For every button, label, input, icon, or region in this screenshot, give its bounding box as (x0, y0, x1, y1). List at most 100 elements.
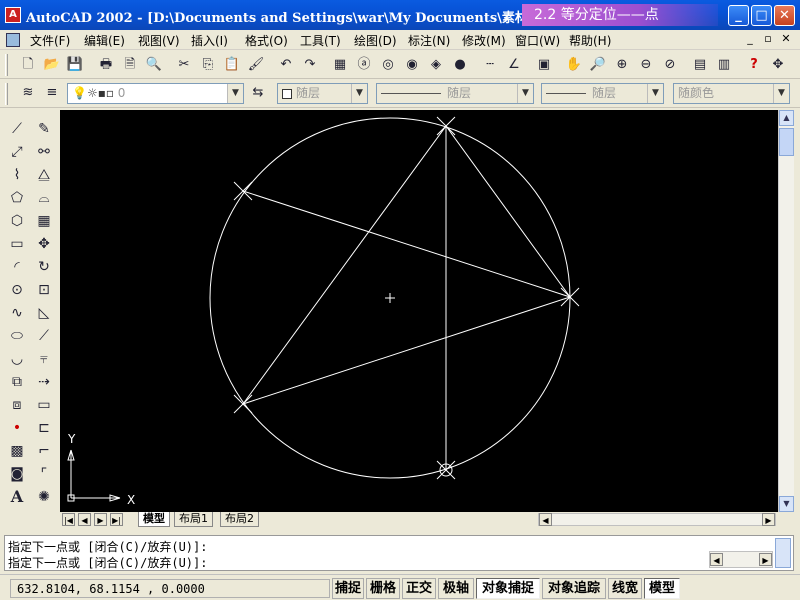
scroll-left-icon[interactable]: ◀ (710, 553, 723, 566)
properties-icon[interactable]: ▤ (690, 56, 710, 74)
array-icon[interactable]: ▦ (33, 210, 55, 232)
stretch-icon[interactable]: ◺ (33, 302, 55, 324)
menu-tools[interactable]: 工具(T) (300, 32, 341, 49)
toolbar-grip[interactable] (5, 54, 8, 76)
menu-help[interactable]: 帮助(H) (569, 32, 611, 49)
menu-edit[interactable]: 编辑(E) (84, 32, 125, 49)
undo-icon[interactable]: ↶ (276, 56, 296, 74)
scroll-right-icon[interactable]: ▶ (759, 553, 772, 566)
command-window[interactable]: 指定下一点或 [闭合(C)/放弃(U)]: 指定下一点或 [闭合(C)/放弃(U… (4, 535, 794, 571)
move-icon[interactable]: ✥ (33, 233, 55, 255)
lineweight-toggle[interactable]: 线宽 (608, 578, 642, 599)
document-icon[interactable] (6, 33, 20, 47)
toolbar-grip[interactable] (5, 83, 8, 105)
chord-line[interactable] (242, 190, 571, 298)
zoom-window-icon[interactable]: ⊕ (612, 56, 632, 74)
prev-tab-icon[interactable]: ◀ (78, 513, 91, 526)
trim-icon[interactable]: ⫧ (33, 348, 55, 370)
distance-icon[interactable]: ┄ (480, 56, 500, 74)
menu-draw[interactable]: 绘图(D) (354, 32, 397, 49)
autocad-app-icon[interactable]: A (5, 7, 21, 23)
layer-previous-icon[interactable]: ⇆ (248, 84, 268, 102)
menu-insert[interactable]: 插入(I) (191, 32, 228, 49)
command-scrollbar[interactable]: ◀ ▶ (709, 551, 773, 568)
node-point[interactable] (233, 394, 253, 414)
make-block-icon[interactable]: ⧈ (6, 394, 28, 416)
insert-block-icon[interactable]: ⧉ (6, 371, 28, 393)
mirror-icon[interactable]: ⧋ (33, 164, 55, 186)
ortho-toggle[interactable]: 正交 (402, 578, 436, 599)
break-icon[interactable]: ▭ (33, 394, 55, 416)
zoom-previous-icon[interactable]: ⊖ (636, 56, 656, 74)
scroll-thumb[interactable] (779, 128, 794, 156)
cut-icon[interactable]: ✂ (174, 56, 194, 74)
tab-model[interactable]: 模型 (138, 512, 170, 527)
maximize-button[interactable]: □ (751, 5, 772, 26)
horizontal-scrollbar[interactable]: ◀ ▶ (538, 513, 776, 526)
next-tab-icon[interactable]: ▶ (94, 513, 107, 526)
mdi-close-button[interactable]: ✕ (778, 32, 794, 47)
multiline-text-icon[interactable]: A (6, 486, 28, 508)
minimize-button[interactable]: _ (728, 5, 749, 26)
plotstyle-dropdown[interactable]: 随颜色 ▼ (673, 83, 790, 104)
last-tab-icon[interactable]: ▶| (110, 513, 123, 526)
layer-properties-icon[interactable]: ≋ (18, 84, 38, 102)
menu-view[interactable]: 视图(V) (138, 32, 180, 49)
menu-format[interactable]: 格式(O) (245, 32, 288, 49)
layer-dropdown[interactable]: 💡☼▪▫ 0 ▼ (67, 83, 244, 104)
point-icon[interactable]: • (6, 417, 28, 439)
print-icon[interactable]: 🖶 (96, 56, 116, 74)
linetype-dropdown[interactable]: 随层 ▼ (376, 83, 534, 104)
color-dropdown[interactable]: 随层 ▼ (277, 83, 368, 104)
print-preview-icon[interactable]: 🗎 (120, 56, 140, 74)
construction-line-icon[interactable]: ⤢ (6, 141, 28, 163)
copy-object-icon[interactable]: ⚯ (33, 141, 55, 163)
make-current-layer-icon[interactable]: ≡ (42, 84, 62, 102)
menu-dimension[interactable]: 标注(N) (408, 32, 450, 49)
rotate-icon[interactable]: ↻ (33, 256, 55, 278)
region-icon[interactable]: ◙ (6, 463, 28, 485)
scroll-right-icon[interactable]: ▶ (762, 513, 775, 526)
scroll-up-icon[interactable]: ▲ (779, 110, 794, 126)
internet-icon[interactable]: ⓐ (354, 56, 374, 74)
menu-modify[interactable]: 修改(M) (462, 32, 506, 49)
command-vertical-scrollbar[interactable] (775, 538, 791, 568)
node-point[interactable] (436, 460, 456, 480)
insert-hyperlink-icon[interactable]: ● (450, 56, 470, 74)
command-prompt-line[interactable]: 指定下一点或 [闭合(C)/放弃(U)]: (8, 554, 207, 571)
spline-icon[interactable]: ∿ (6, 302, 28, 324)
publish-icon[interactable]: 🔍 (144, 56, 164, 74)
otrack-toggle[interactable]: 对象追踪 (542, 578, 606, 599)
first-tab-icon[interactable]: |◀ (62, 513, 75, 526)
ellipse-arc-icon[interactable]: ◡ (6, 348, 28, 370)
pan-icon[interactable]: ✋ (564, 56, 584, 74)
node-point[interactable] (233, 181, 253, 201)
match-properties-icon[interactable]: 🖌 (246, 56, 266, 74)
line-icon[interactable]: ⟋ (6, 118, 28, 140)
tool-palette-icon[interactable]: ◎ (378, 56, 398, 74)
aerial-view-icon[interactable]: ▣ (534, 56, 554, 74)
mdi-minimize-button[interactable]: _ (742, 32, 758, 47)
polygon-icon[interactable]: ⬡ (6, 210, 28, 232)
coordinate-readout[interactable]: 632.8104, 68.1154 , 0.0000 (10, 579, 330, 598)
offset-icon[interactable]: ⌓ (33, 187, 55, 209)
polar-toggle[interactable]: 极轴 (438, 578, 474, 599)
lineweight-dropdown[interactable]: 随层 ▼ (541, 83, 664, 104)
drawing-area[interactable]: X Y (60, 110, 778, 512)
hatch-icon[interactable]: ▩ (6, 440, 28, 462)
xref-icon[interactable]: ◈ (426, 56, 446, 74)
redo-icon[interactable]: ↷ (300, 56, 320, 74)
grid-toggle[interactable]: 栅格 (366, 578, 400, 599)
chamfer-icon[interactable]: ⌐ (33, 440, 55, 462)
zoom-realtime-icon[interactable]: 🔎 (588, 56, 608, 74)
help-icon[interactable]: ? (744, 56, 764, 74)
snap-toggle[interactable]: 捕捉 (332, 578, 364, 599)
tab-layout1[interactable]: 布局1 (174, 512, 213, 527)
ucs-icon[interactable]: ∠ (504, 56, 524, 74)
copy-icon[interactable]: ⎘ (198, 56, 218, 74)
scroll-down-icon[interactable]: ▼ (779, 496, 794, 512)
scale-icon[interactable]: ⊡ (33, 279, 55, 301)
design-center-icon[interactable]: ▦ (330, 56, 350, 74)
mdi-restore-button[interactable]: ▫ (760, 32, 776, 47)
launch-browser-icon[interactable]: ◉ (402, 56, 422, 74)
